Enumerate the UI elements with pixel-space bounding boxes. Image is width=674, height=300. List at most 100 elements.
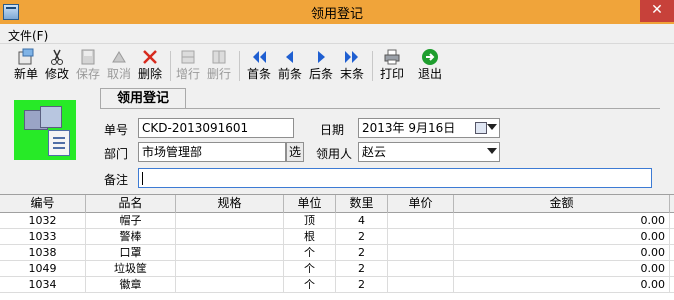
cell-unit: 根 <box>284 229 336 245</box>
toolbar-divider <box>239 51 240 81</box>
column-header[interactable]: 单价 <box>388 195 454 213</box>
first-record-icon <box>250 48 268 66</box>
department-field[interactable]: 市场管理部 <box>138 142 286 162</box>
cell-code: 1033 <box>0 229 86 245</box>
cell-amount: 0.00 <box>454 245 670 261</box>
add-row-button[interactable]: 增行 <box>172 48 204 84</box>
chevron-down-icon[interactable] <box>487 124 497 130</box>
items-grid[interactable]: 编号 品名 规格 单位 数里 单价 金额 1032 帽子 顶 4 0.00 10… <box>0 194 674 300</box>
date-picker[interactable]: 2013年 9月16日 <box>358 118 500 138</box>
save-button[interactable]: 保存 <box>72 48 104 84</box>
cancel-button[interactable]: 取消 <box>103 48 135 84</box>
cell-name: 垃圾筐 <box>86 261 176 277</box>
window-title: 领用登记 <box>310 7 363 22</box>
number-field[interactable]: CKD-2013091601 <box>138 118 294 138</box>
close-button[interactable]: ✕ <box>640 0 674 22</box>
cell-code: 1038 <box>0 245 86 261</box>
number-label: 单号 <box>104 123 129 137</box>
column-header[interactable]: 品名 <box>86 195 176 213</box>
cell-spec <box>176 213 284 229</box>
new-doc-icon <box>17 48 35 66</box>
text-caret <box>142 172 143 185</box>
delete-button[interactable]: 删除 <box>134 48 166 84</box>
first-record-button[interactable]: 首条 <box>243 48 275 84</box>
cell-unit: 个 <box>284 261 336 277</box>
last-record-icon <box>343 48 361 66</box>
receiver-label: 领用人 <box>316 147 353 161</box>
form-panel: 领用登记 单号 CKD-2013091601 日期 2013年 9月16日 部门… <box>0 86 674 194</box>
cell-code: 1032 <box>0 213 86 229</box>
column-header[interactable]: 单位 <box>284 195 336 213</box>
scissors-icon <box>48 48 66 66</box>
cell-price <box>388 277 454 293</box>
cell-unit: 顶 <box>284 213 336 229</box>
tab-underline <box>100 108 660 109</box>
cell-code: 1034 <box>0 277 86 293</box>
column-header[interactable]: 数里 <box>336 195 388 213</box>
table-row[interactable]: 1038 口罩 个 2 0.00 <box>0 245 674 261</box>
next-record-icon <box>312 48 330 66</box>
grid-header: 编号 品名 规格 单位 数里 单价 金额 <box>0 195 674 213</box>
cell-qty: 2 <box>336 277 388 293</box>
cell-qty: 2 <box>336 229 388 245</box>
cell-price <box>388 261 454 277</box>
cell-spec <box>176 277 284 293</box>
save-icon <box>79 48 97 66</box>
exit-button[interactable]: 退出 <box>414 48 446 84</box>
cell-amount: 0.00 <box>454 229 670 245</box>
cell-price <box>388 213 454 229</box>
receiver-select[interactable]: 赵云 <box>358 142 500 162</box>
cell-spec <box>176 245 284 261</box>
cell-unit: 个 <box>284 277 336 293</box>
edit-button[interactable]: 修改 <box>41 48 73 84</box>
cell-name: 警棒 <box>86 229 176 245</box>
cancel-icon <box>110 48 128 66</box>
department-select-button[interactable]: 选 <box>286 142 304 162</box>
new-button[interactable]: 新单 <box>10 48 42 84</box>
cell-code: 1049 <box>0 261 86 277</box>
cell-price <box>388 245 454 261</box>
delete-row-icon <box>210 48 228 66</box>
print-button[interactable]: 打印 <box>376 48 408 84</box>
date-label: 日期 <box>320 123 345 137</box>
printer-icon <box>383 48 401 66</box>
chevron-down-icon[interactable] <box>487 148 497 154</box>
cell-price <box>388 229 454 245</box>
column-header[interactable]: 规格 <box>176 195 284 213</box>
cell-name: 帽子 <box>86 213 176 229</box>
form-tab-title[interactable]: 领用登记 <box>100 88 186 108</box>
table-row[interactable]: 1034 徽章 个 2 0.00 <box>0 277 674 293</box>
toolbar-divider <box>372 51 373 81</box>
calendar-icon[interactable] <box>475 122 487 134</box>
cell-amount: 0.00 <box>454 261 670 277</box>
exit-icon <box>421 48 439 66</box>
remark-field[interactable] <box>138 168 652 188</box>
cell-amount: 0.00 <box>454 277 670 293</box>
receiver-value: 赵云 <box>362 145 387 159</box>
title-bar: 领用登记 ✕ <box>0 0 674 24</box>
delete-row-button[interactable]: 删行 <box>203 48 235 84</box>
cell-qty: 2 <box>336 245 388 261</box>
cell-amount: 0.00 <box>454 213 670 229</box>
next-record-button[interactable]: 后条 <box>305 48 337 84</box>
last-record-button[interactable]: 末条 <box>336 48 368 84</box>
column-header[interactable]: 金额 <box>454 195 670 213</box>
table-row[interactable]: 1049 垃圾筐 个 2 0.00 <box>0 261 674 277</box>
menu-file[interactable]: 文件(F) <box>8 27 48 44</box>
cell-spec <box>176 229 284 245</box>
prev-record-icon <box>281 48 299 66</box>
toolbar-divider <box>170 51 171 81</box>
cell-spec <box>176 261 284 277</box>
table-row[interactable]: 1033 警棒 根 2 0.00 <box>0 229 674 245</box>
toolbar: 新单 修改 保存 取消 删除 增行 删行 首条 前条 后条 末条 打印 退出 <box>0 45 674 85</box>
cell-name: 口罩 <box>86 245 176 261</box>
date-value: 2013年 9月16日 <box>362 121 456 135</box>
table-row[interactable]: 1032 帽子 顶 4 0.00 <box>0 213 674 229</box>
prev-record-button[interactable]: 前条 <box>274 48 306 84</box>
delete-icon <box>141 48 159 66</box>
cell-qty: 4 <box>336 213 388 229</box>
department-label: 部门 <box>104 147 129 161</box>
cell-qty: 2 <box>336 261 388 277</box>
column-header[interactable]: 编号 <box>0 195 86 213</box>
remark-label: 备注 <box>104 173 129 187</box>
